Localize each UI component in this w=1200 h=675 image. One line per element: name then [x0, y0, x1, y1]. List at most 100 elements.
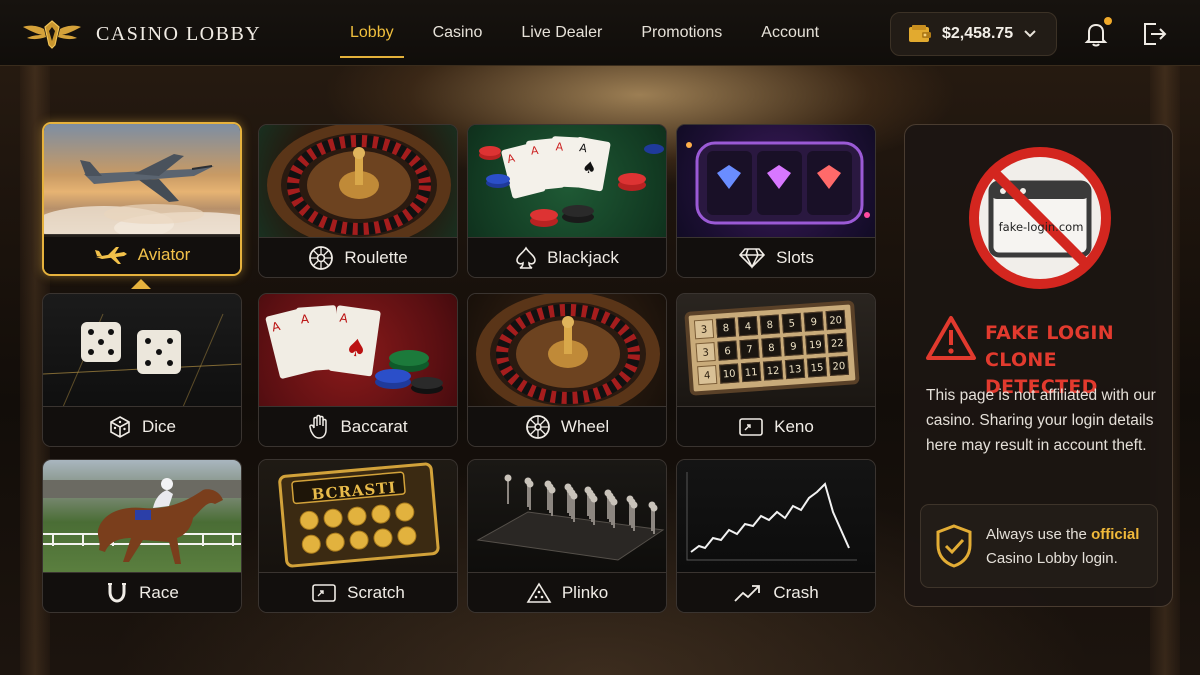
keno-number: 4	[697, 364, 718, 386]
plinko-artwork	[468, 460, 666, 573]
nav-live-dealer[interactable]: Live Dealer	[511, 0, 612, 66]
game-tile-label: Wheel	[468, 406, 666, 446]
game-tile-label: Keno	[677, 406, 875, 446]
game-name: Crash	[773, 582, 819, 602]
keno-number: 19	[805, 334, 826, 355]
keno-number: 6	[717, 340, 738, 361]
slots-artwork	[677, 125, 875, 238]
wallet-balance-dropdown[interactable]: $2,458.75	[890, 12, 1057, 56]
keno-number: 8	[759, 314, 781, 335]
plinko-peg-head	[570, 492, 578, 500]
game-tile-scratch[interactable]: BCRASTI Scratch	[258, 459, 458, 613]
wheel-artwork	[468, 294, 666, 407]
game-name: Baccarat	[340, 416, 408, 436]
keno-number: 13	[784, 358, 806, 380]
fake-domain-text: fake-login.com	[998, 220, 1084, 234]
plane-icon	[94, 246, 127, 264]
game-tile-plinko[interactable]: Plinko	[467, 459, 667, 613]
warning-message: This page is not affiliated with our cas…	[926, 387, 1156, 454]
brand-logo[interactable]: CASINO LOBBY	[22, 17, 261, 51]
game-tile-label: Race	[43, 572, 241, 612]
plinko-peg-head	[526, 480, 534, 488]
baccarat-artwork: A A A ♠	[259, 294, 457, 407]
logout-button[interactable]	[1140, 20, 1168, 48]
keno-number: 9	[803, 311, 824, 332]
keno-number: 8	[715, 317, 737, 338]
keno-number: 7	[739, 338, 760, 360]
game-tile-label: Crash	[677, 572, 875, 612]
phishing-warning-panel: fake-login.com FAKE LOGIN CLONE DETECTED…	[904, 124, 1173, 607]
diamond-icon	[739, 247, 766, 269]
plinko-peg-head	[590, 495, 598, 503]
game-tile-aviator[interactable]: Aviator	[42, 122, 242, 276]
game-tile-keno[interactable]: 3 8 4 8 5 9 20 3 6 7 8 9 19 22 4 10 11 1…	[676, 293, 876, 447]
tip-highlight: official	[1091, 526, 1140, 543]
game-tile-dice[interactable]: Dice	[42, 293, 242, 447]
chevron-down-icon	[1024, 30, 1036, 38]
game-name: Scratch	[347, 582, 405, 602]
official-login-tip: Always use the official Casino Lobby log…	[920, 504, 1158, 588]
no-fake-login-icon	[969, 147, 1111, 289]
keno-number: 20	[828, 355, 850, 377]
game-tile-label: Aviator	[44, 234, 240, 274]
scratch-artwork: BCRASTI	[259, 460, 457, 573]
game-name: Race	[139, 582, 179, 602]
selected-tile-pointer	[131, 279, 151, 289]
plinko-peg-head	[504, 474, 512, 482]
keno-number: 3	[693, 319, 715, 340]
keno-board: 3 8 4 8 5 9 20 3 6 7 8 9 19 22 4 10 11 1…	[684, 300, 860, 396]
game-tile-label: Plinko	[468, 572, 666, 612]
game-tile-label: Slots	[677, 237, 875, 277]
winged-crest-icon	[23, 20, 81, 49]
game-tile-wheel[interactable]: Wheel	[467, 293, 667, 447]
ticket-icon	[312, 583, 336, 602]
balance-amount: $2,458.75	[942, 25, 1014, 42]
game-tile-baccarat[interactable]: A A A ♠ Baccarat	[258, 293, 458, 447]
trend-up-icon	[734, 584, 761, 602]
keno-number: 9	[783, 335, 804, 357]
game-tile-label: Dice	[43, 406, 241, 446]
game-name: Aviator	[137, 244, 191, 264]
game-tile-label: Roulette	[259, 237, 457, 277]
game-name: Keno	[774, 416, 814, 436]
game-tile-slots[interactable]: Slots	[676, 124, 876, 278]
brand-name: CASINO LOBBY	[96, 22, 262, 45]
ticket-icon	[739, 417, 763, 436]
game-tile-blackjack[interactable]: A A A A ♠ Blackjack	[467, 124, 667, 278]
tip-suffix: Casino Lobby login.	[986, 550, 1118, 567]
nav-lobby[interactable]: Lobby	[340, 0, 404, 66]
keno-number: 22	[827, 332, 848, 354]
spade-icon	[516, 245, 536, 269]
game-tile-crash[interactable]: Crash	[676, 459, 876, 613]
roulette-icon	[309, 245, 334, 270]
plinko-peg-head	[548, 486, 556, 494]
keno-number: 10	[719, 363, 740, 384]
aviator-artwork	[44, 124, 240, 237]
warning-title-line-1: FAKE LOGIN	[985, 322, 1114, 344]
svg-text:A: A	[555, 140, 564, 153]
nav-casino[interactable]: Casino	[423, 0, 493, 66]
crash-artwork	[677, 460, 875, 573]
hand-icon	[309, 414, 328, 439]
keno-artwork: 3 8 4 8 5 9 20 3 6 7 8 9 19 22 4 10 11 1…	[677, 294, 875, 407]
notifications-button[interactable]	[1082, 17, 1112, 48]
logout-icon	[1144, 23, 1167, 45]
keno-number: 12	[762, 360, 784, 381]
wheel-icon	[526, 414, 550, 439]
keno-number: 5	[781, 312, 802, 334]
keno-number: 11	[740, 361, 762, 383]
game-tile-race[interactable]: Race	[42, 459, 242, 613]
nav-promotions[interactable]: Promotions	[631, 0, 732, 66]
keno-number: 8	[761, 337, 782, 358]
nav-account[interactable]: Account	[751, 0, 829, 66]
game-tile-roulette[interactable]: Roulette	[258, 124, 458, 278]
notification-badge	[1104, 17, 1112, 25]
game-name: Roulette	[344, 247, 408, 267]
tip-text: Always use the official Casino Lobby log…	[986, 523, 1156, 571]
game-name: Slots	[776, 247, 814, 267]
blackjack-artwork: A A A A ♠	[468, 125, 666, 238]
game-name: Blackjack	[547, 247, 619, 267]
game-name: Wheel	[560, 416, 610, 436]
keno-number: 3	[695, 342, 716, 363]
plinko-peg-head	[610, 498, 618, 506]
